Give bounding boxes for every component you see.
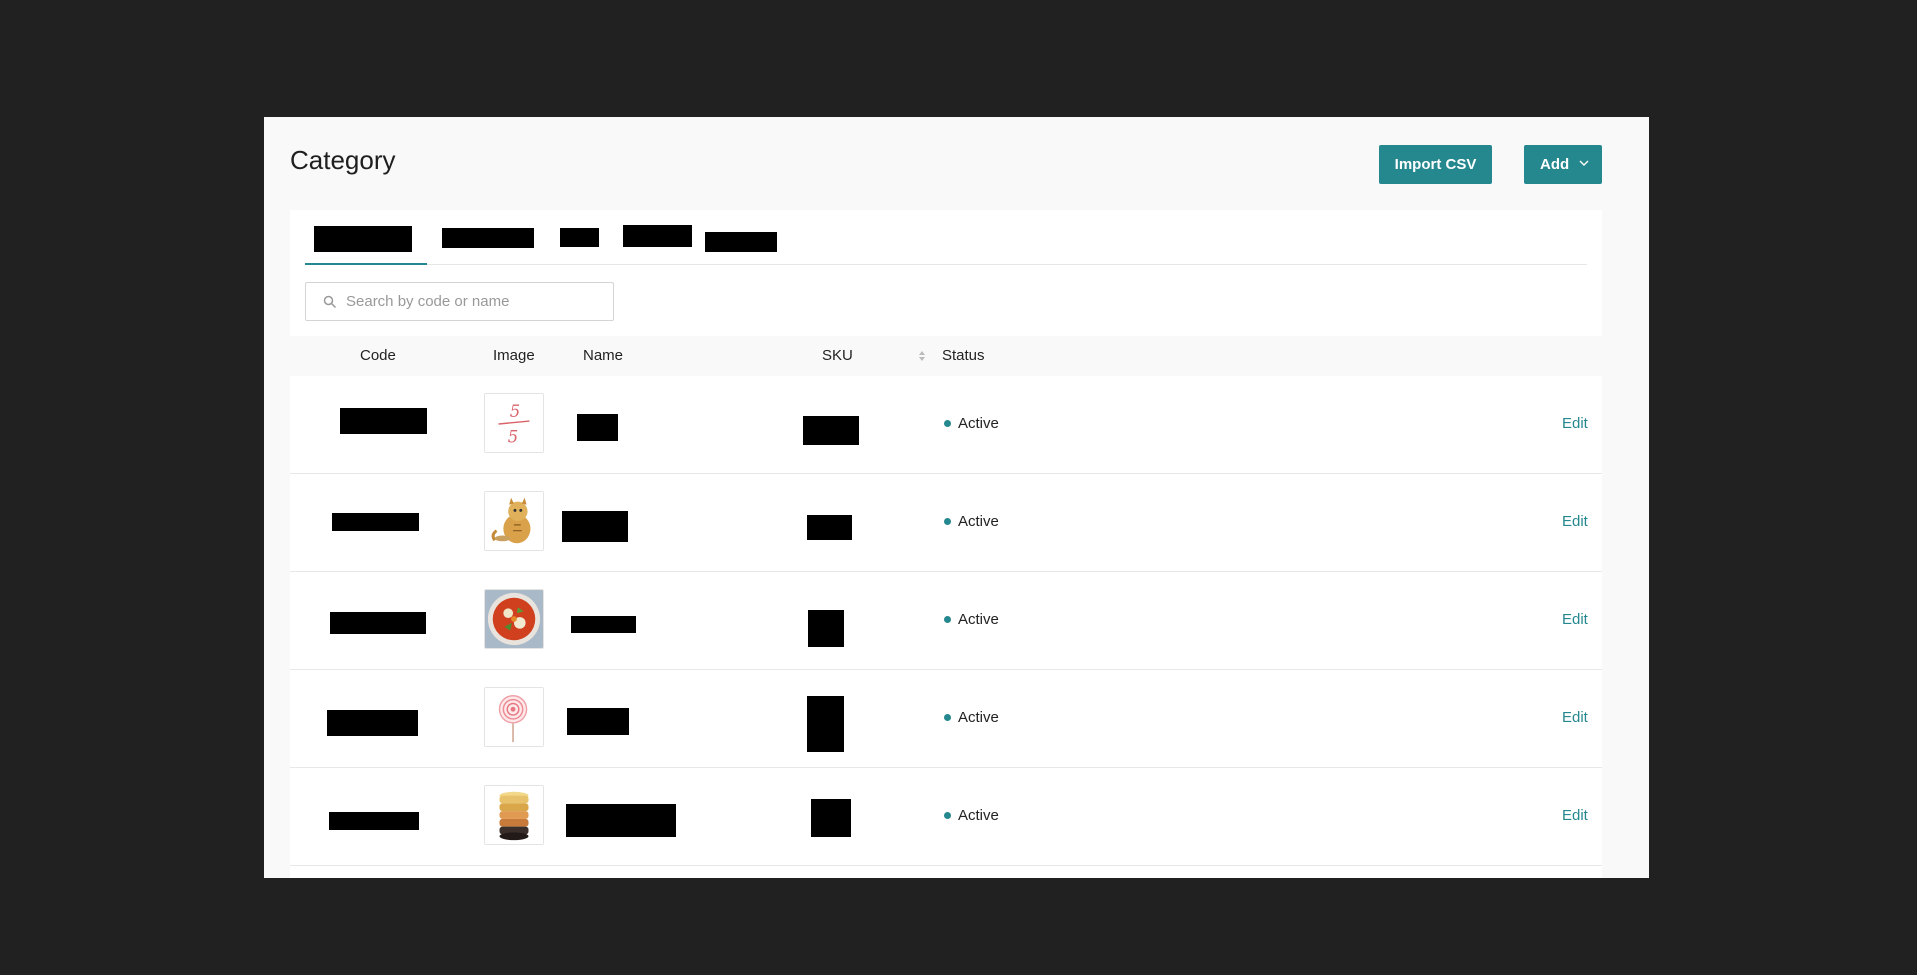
status-dot (944, 812, 951, 819)
column-name[interactable]: Name (583, 347, 623, 364)
redacted-sku (811, 799, 851, 837)
chevron-down-icon (1579, 160, 1589, 166)
svg-text:5: 5 (510, 402, 520, 421)
redacted-code (327, 710, 418, 736)
table-row[interactable]: Active Edit (290, 670, 1602, 768)
status-dot (944, 616, 951, 623)
status-text: Active (958, 807, 999, 824)
status-badge: Active (944, 415, 999, 432)
edit-link[interactable]: Edit (1562, 513, 1588, 530)
table-row[interactable]: Active Edit (290, 572, 1602, 670)
product-thumbnail: 55 (484, 393, 544, 453)
svg-text:5: 5 (508, 427, 518, 446)
table-row[interactable]: Active Edit (290, 474, 1602, 572)
tab-2[interactable] (442, 210, 546, 265)
status-dot (944, 420, 951, 427)
redacted-sku (803, 416, 859, 445)
status-badge: Active (944, 513, 999, 530)
redacted-tab-label (705, 232, 777, 252)
redacted-code (330, 612, 426, 634)
status-badge: Active (944, 611, 999, 628)
tab-4[interactable] (623, 210, 698, 265)
category-panel: Category Import CSV Add Search by code o… (264, 117, 1649, 878)
product-thumbnail (484, 785, 544, 845)
redacted-tab-label (442, 228, 534, 248)
redacted-sku (807, 515, 852, 540)
status-dot (944, 714, 951, 721)
status-text: Active (958, 611, 999, 628)
product-thumbnail (484, 687, 544, 747)
redacted-tab-label (560, 228, 599, 247)
search-box[interactable] (305, 282, 614, 321)
column-status[interactable]: Status (942, 347, 985, 364)
status-text: Active (958, 415, 999, 432)
status-dot (944, 518, 951, 525)
table-row[interactable]: Active Edit (290, 768, 1602, 866)
add-button[interactable]: Add (1524, 145, 1602, 184)
redacted-name (567, 708, 629, 735)
search-input[interactable] (346, 293, 596, 310)
page-title: Category (290, 145, 396, 175)
table-header: Code Image Name SKU Status (290, 336, 1602, 376)
edit-link[interactable]: Edit (1562, 611, 1588, 628)
status-text: Active (958, 513, 999, 530)
redacted-code (340, 408, 427, 434)
tab-1[interactable] (305, 210, 427, 265)
status-badge: Active (944, 807, 999, 824)
sort-icon[interactable] (917, 349, 927, 363)
edit-link[interactable]: Edit (1562, 807, 1588, 824)
import-csv-button[interactable]: Import CSV (1379, 145, 1492, 184)
edit-link[interactable]: Edit (1562, 415, 1588, 432)
redacted-tab-label (623, 225, 692, 247)
table-row[interactable]: 55 Active Edit (290, 376, 1602, 474)
category-card: Code Image Name SKU Status 55 Active Edi… (290, 210, 1602, 878)
redacted-code (332, 513, 419, 531)
redacted-name (566, 804, 676, 837)
column-image: Image (493, 347, 535, 364)
status-badge: Active (944, 709, 999, 726)
search-icon (323, 295, 337, 308)
column-sku[interactable]: SKU (822, 347, 853, 364)
redacted-tab-label (314, 226, 412, 252)
status-text: Active (958, 709, 999, 726)
add-button-label: Add (1540, 156, 1570, 173)
redacted-code (329, 812, 419, 830)
redacted-name (562, 511, 628, 542)
redacted-name (571, 616, 636, 633)
tab-5[interactable] (705, 210, 785, 265)
edit-link[interactable]: Edit (1562, 709, 1588, 726)
table-row[interactable] (290, 866, 1602, 878)
redacted-name (577, 414, 618, 441)
redacted-sku (808, 610, 844, 647)
tab-3[interactable] (560, 210, 606, 265)
product-thumbnail (484, 491, 544, 551)
column-code[interactable]: Code (360, 347, 396, 364)
tab-bar (305, 210, 1587, 265)
redacted-sku (807, 696, 844, 752)
product-thumbnail (484, 589, 544, 649)
